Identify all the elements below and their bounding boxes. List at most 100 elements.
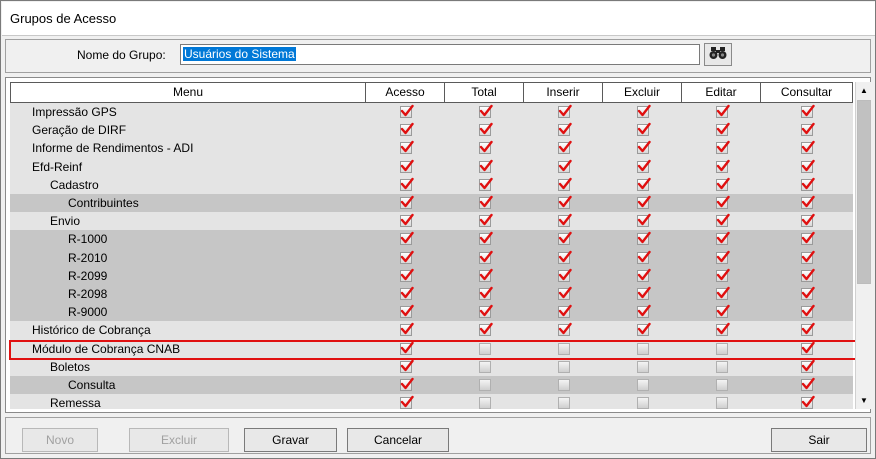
empty-checkbox-icon[interactable] bbox=[715, 360, 728, 373]
column-header-consultar[interactable]: Consultar bbox=[761, 82, 853, 103]
table-row[interactable]: Módulo de Cobrança CNAB bbox=[10, 339, 853, 358]
red-checkmark-icon[interactable] bbox=[478, 323, 493, 337]
red-checkmark-icon[interactable] bbox=[715, 141, 730, 155]
red-checkmark-icon[interactable] bbox=[399, 123, 414, 137]
red-checkmark-icon[interactable] bbox=[478, 195, 493, 210]
red-checkmark-icon[interactable] bbox=[715, 323, 730, 337]
empty-checkbox-icon[interactable] bbox=[478, 378, 491, 391]
group-name-input[interactable]: Usuários do Sistema bbox=[180, 44, 700, 65]
column-header-editar[interactable]: Editar bbox=[682, 82, 761, 103]
red-checkmark-icon[interactable] bbox=[399, 159, 414, 173]
red-checkmark-icon[interactable] bbox=[557, 177, 572, 191]
red-checkmark-icon[interactable] bbox=[557, 141, 572, 155]
red-checkmark-icon[interactable] bbox=[478, 304, 493, 319]
red-checkmark-icon[interactable] bbox=[715, 232, 730, 246]
empty-checkbox-icon[interactable] bbox=[557, 378, 570, 391]
scrollbar-thumb[interactable] bbox=[857, 100, 871, 284]
red-checkmark-icon[interactable] bbox=[399, 304, 414, 319]
table-row[interactable]: Envio bbox=[10, 212, 853, 231]
table-row[interactable]: Consulta bbox=[10, 375, 853, 394]
red-checkmark-icon[interactable] bbox=[715, 177, 730, 191]
red-checkmark-icon[interactable] bbox=[801, 195, 815, 210]
table-row[interactable]: R-1000 bbox=[10, 230, 853, 249]
red-checkmark-icon[interactable] bbox=[801, 214, 815, 228]
red-checkmark-icon[interactable] bbox=[801, 177, 815, 191]
table-row[interactable]: Efd-Reinf bbox=[10, 157, 853, 176]
red-checkmark-icon[interactable] bbox=[399, 250, 414, 264]
column-header-excluir[interactable]: Excluir bbox=[603, 82, 682, 103]
table-row[interactable]: Remessa bbox=[10, 394, 853, 409]
table-row[interactable]: Informe de Rendimentos - ADI bbox=[10, 139, 853, 158]
red-checkmark-icon[interactable] bbox=[801, 323, 815, 337]
empty-checkbox-icon[interactable] bbox=[478, 342, 491, 355]
table-row[interactable]: Boletos bbox=[10, 357, 853, 376]
empty-checkbox-icon[interactable] bbox=[636, 378, 649, 391]
red-checkmark-icon[interactable] bbox=[801, 268, 815, 282]
red-checkmark-icon[interactable] bbox=[399, 195, 414, 210]
red-checkmark-icon[interactable] bbox=[801, 123, 815, 137]
red-checkmark-icon[interactable] bbox=[636, 250, 651, 264]
red-checkmark-icon[interactable] bbox=[399, 323, 414, 337]
red-checkmark-icon[interactable] bbox=[636, 104, 651, 119]
red-checkmark-icon[interactable] bbox=[801, 104, 815, 119]
red-checkmark-icon[interactable] bbox=[636, 304, 651, 319]
red-checkmark-icon[interactable] bbox=[399, 268, 414, 282]
red-checkmark-icon[interactable] bbox=[557, 104, 572, 119]
scroll-down-button[interactable]: ▼ bbox=[856, 392, 872, 409]
red-checkmark-icon[interactable] bbox=[715, 214, 730, 228]
red-checkmark-icon[interactable] bbox=[557, 304, 572, 319]
red-checkmark-icon[interactable] bbox=[636, 195, 651, 210]
red-checkmark-icon[interactable] bbox=[557, 323, 572, 337]
table-row[interactable]: Histórico de Cobrança bbox=[10, 321, 853, 340]
empty-checkbox-icon[interactable] bbox=[478, 360, 491, 373]
red-checkmark-icon[interactable] bbox=[478, 250, 493, 264]
red-checkmark-icon[interactable] bbox=[636, 323, 651, 337]
red-checkmark-icon[interactable] bbox=[801, 341, 815, 355]
red-checkmark-icon[interactable] bbox=[801, 286, 815, 300]
gravar-button[interactable]: Gravar bbox=[244, 428, 337, 452]
red-checkmark-icon[interactable] bbox=[557, 159, 572, 173]
red-checkmark-icon[interactable] bbox=[478, 286, 493, 300]
table-row[interactable]: R-2098 bbox=[10, 284, 853, 304]
red-checkmark-icon[interactable] bbox=[478, 268, 493, 282]
red-checkmark-icon[interactable] bbox=[399, 141, 414, 155]
red-checkmark-icon[interactable] bbox=[399, 214, 414, 228]
red-checkmark-icon[interactable] bbox=[715, 250, 730, 264]
novo-button[interactable]: Novo bbox=[22, 428, 98, 452]
column-header-total[interactable]: Total bbox=[445, 82, 524, 103]
red-checkmark-icon[interactable] bbox=[478, 177, 493, 191]
red-checkmark-icon[interactable] bbox=[715, 286, 730, 300]
red-checkmark-icon[interactable] bbox=[801, 359, 815, 373]
sair-button[interactable]: Sair bbox=[771, 428, 867, 452]
red-checkmark-icon[interactable] bbox=[715, 159, 730, 173]
red-checkmark-icon[interactable] bbox=[399, 359, 414, 373]
red-checkmark-icon[interactable] bbox=[478, 214, 493, 228]
red-checkmark-icon[interactable] bbox=[557, 250, 572, 264]
red-checkmark-icon[interactable] bbox=[801, 159, 815, 173]
red-checkmark-icon[interactable] bbox=[801, 232, 815, 246]
red-checkmark-icon[interactable] bbox=[715, 123, 730, 137]
red-checkmark-icon[interactable] bbox=[478, 123, 493, 137]
red-checkmark-icon[interactable] bbox=[801, 304, 815, 319]
empty-checkbox-icon[interactable] bbox=[636, 397, 649, 409]
red-checkmark-icon[interactable] bbox=[801, 250, 815, 264]
excluir-button[interactable]: Excluir bbox=[129, 428, 229, 452]
red-checkmark-icon[interactable] bbox=[715, 304, 730, 319]
red-checkmark-icon[interactable] bbox=[557, 123, 572, 137]
red-checkmark-icon[interactable] bbox=[801, 141, 815, 155]
red-checkmark-icon[interactable] bbox=[715, 268, 730, 282]
red-checkmark-icon[interactable] bbox=[801, 395, 815, 409]
red-checkmark-icon[interactable] bbox=[399, 104, 414, 119]
red-checkmark-icon[interactable] bbox=[636, 232, 651, 246]
red-checkmark-icon[interactable] bbox=[636, 123, 651, 137]
empty-checkbox-icon[interactable] bbox=[715, 397, 728, 409]
empty-checkbox-icon[interactable] bbox=[636, 360, 649, 373]
red-checkmark-icon[interactable] bbox=[636, 268, 651, 282]
red-checkmark-icon[interactable] bbox=[636, 214, 651, 228]
red-checkmark-icon[interactable] bbox=[399, 395, 414, 409]
table-row[interactable]: Impressão GPS bbox=[10, 103, 853, 122]
vertical-scrollbar[interactable]: ▲ ▼ bbox=[855, 82, 872, 409]
red-checkmark-icon[interactable] bbox=[399, 341, 414, 355]
red-checkmark-icon[interactable] bbox=[478, 232, 493, 246]
table-row[interactable]: Geração de DIRF bbox=[10, 121, 853, 140]
